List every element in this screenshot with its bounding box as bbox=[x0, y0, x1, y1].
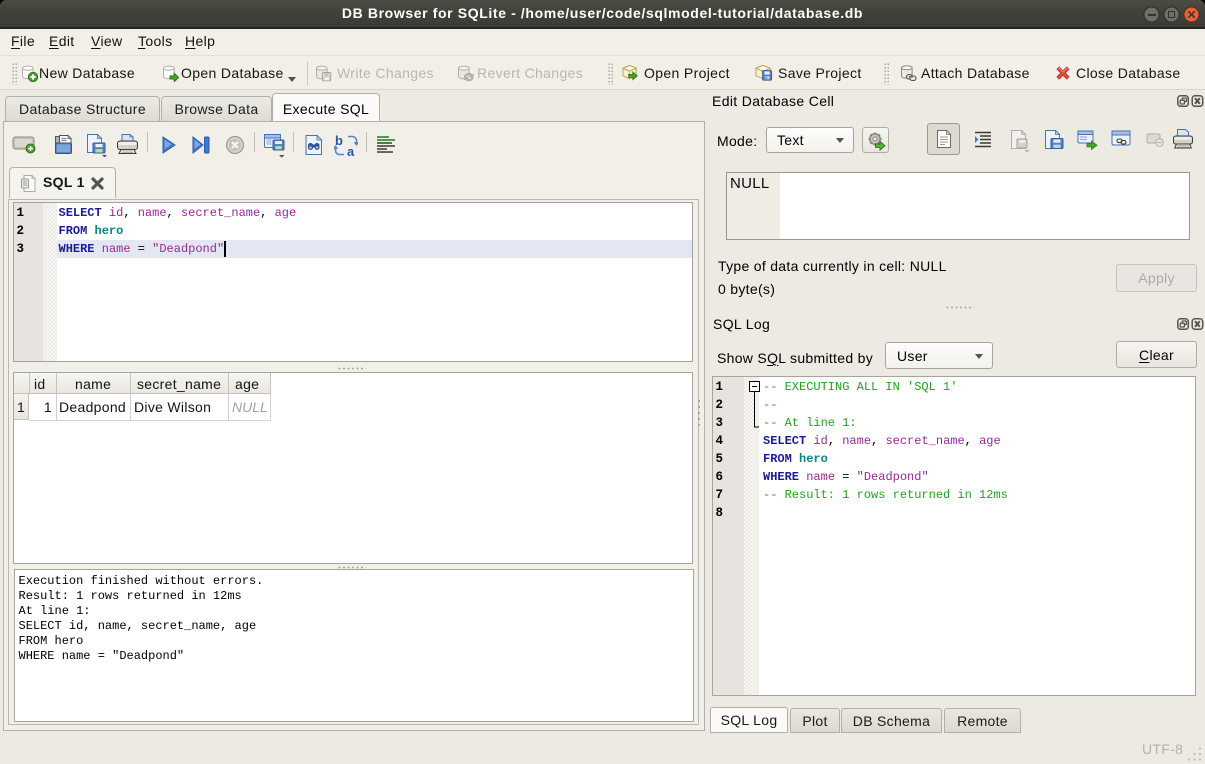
svg-text:b: b bbox=[335, 134, 343, 148]
svg-text:a: a bbox=[347, 144, 355, 157]
